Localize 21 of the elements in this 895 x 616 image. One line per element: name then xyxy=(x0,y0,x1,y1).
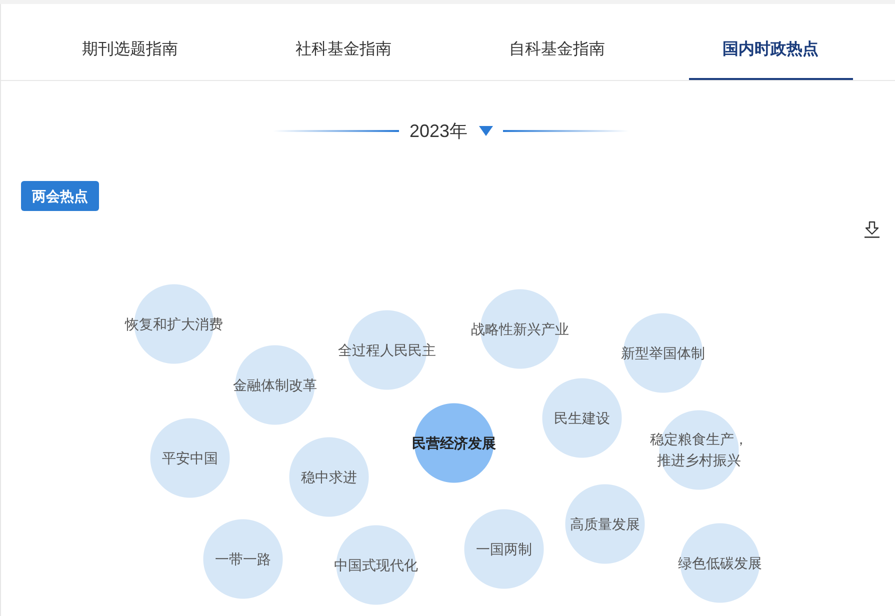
topic-bubble[interactable]: 金融体制改革 xyxy=(233,345,317,425)
topic-bubble[interactable]: 中国式现代化 xyxy=(334,525,418,605)
topic-bubble[interactable]: 新型举国体制 xyxy=(621,313,705,393)
topic-bubble[interactable]: 一国两制 xyxy=(464,509,544,589)
topic-bubble[interactable]: 稳中求进 xyxy=(289,437,369,517)
download-icon[interactable] xyxy=(864,221,880,238)
year-dropdown[interactable]: 2023年 xyxy=(409,119,493,143)
tab[interactable]: 社科基金指南 xyxy=(262,4,426,80)
topic-bubble[interactable]: 民生建设 xyxy=(542,378,622,458)
caret-icon xyxy=(478,126,493,136)
topic-bubble[interactable]: 战略性新兴产业 xyxy=(471,289,569,369)
topic-bubble[interactable]: 平安中国 xyxy=(150,418,230,498)
topic-bubble[interactable]: 一带一路 xyxy=(203,519,283,599)
topic-bubble[interactable]: 高质量发展 xyxy=(565,484,645,564)
tab[interactable]: 自科基金指南 xyxy=(475,4,639,80)
tag-button[interactable]: 两会热点 xyxy=(21,181,99,211)
topic-bubble[interactable]: 恢复和扩大消费 xyxy=(125,284,223,364)
tab[interactable]: 期刊选题指南 xyxy=(48,4,212,80)
tab[interactable]: 国内时政热点 xyxy=(688,4,852,80)
topic-bubble[interactable]: 全过程人民民主 xyxy=(338,310,436,390)
topic-bubble[interactable]: 绿色低碳发展 xyxy=(678,523,762,603)
